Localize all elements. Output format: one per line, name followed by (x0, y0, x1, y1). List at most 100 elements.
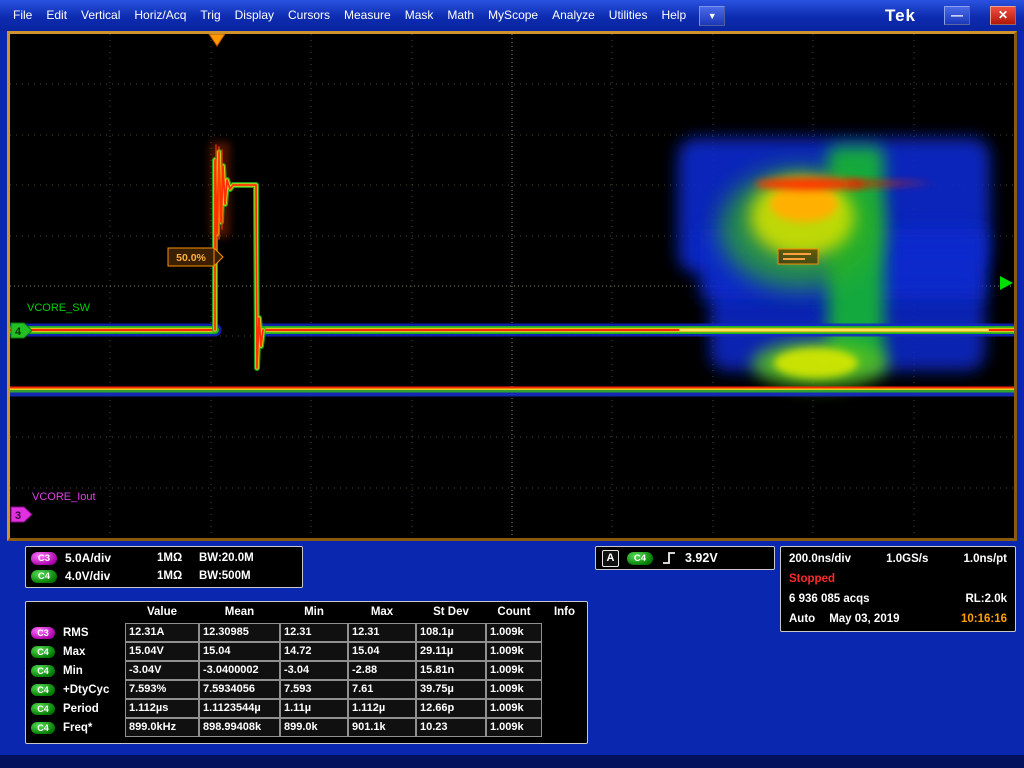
oscilloscope-screen: File Edit Vertical Horiz/Acq Trig Display Curs… (0, 0, 1024, 768)
tek-logo: Tek (884, 5, 916, 25)
measurement-name: Freq* (63, 721, 93, 734)
menu-item-cursors[interactable]: Cursors (281, 0, 337, 31)
measurement-label: C3 RMS (26, 623, 125, 642)
menu-item-display[interactable]: Display (228, 0, 281, 31)
measurement-cell: -3.0400002 (199, 661, 280, 680)
trigger-level-arrow[interactable] (1000, 276, 1013, 290)
channel-badge: C4 (31, 683, 55, 696)
ch3-trace (10, 386, 1014, 397)
measurement-cell: 39.75µ (416, 680, 486, 699)
channel-coupling: 1MΩ (157, 552, 183, 564)
menu-item-trig[interactable]: Trig (193, 0, 227, 31)
column-header: Count (497, 606, 531, 618)
time-text: 10:16:16 (960, 613, 1007, 625)
channel-bandwidth: BW:500M (199, 570, 251, 582)
measurement-cell: 901.1k (348, 718, 416, 737)
column-header: Max (370, 606, 394, 618)
measurement-cell: 29.11µ (416, 642, 486, 661)
menu-item-mask[interactable]: Mask (398, 0, 441, 31)
ch4-waveform-label: VCORE_SW (27, 302, 91, 314)
measurement-name: Min (63, 664, 83, 677)
measurement-cell: 1.11µ (280, 699, 348, 718)
measurement-cell: 1.009k (486, 699, 542, 718)
measurement-cell: 899.0kHz (125, 718, 199, 737)
measurement-label: C4 +DtyCyc (26, 680, 125, 699)
measurement-label: C4 Period (26, 699, 125, 718)
menu-dropdown-button[interactable]: ▼ (699, 5, 726, 26)
measurement-cell: 108.1µ (416, 623, 486, 642)
measurement-cell (542, 642, 587, 661)
horizontal-readout[interactable]: 200.0ns/div 1.0GS/s 1.0ns/pt Stopped 6 9… (780, 546, 1016, 632)
menu-item-math[interactable]: Math (440, 0, 481, 31)
close-icon: ✕ (997, 8, 1009, 22)
measurement-label: C4 Freq* (26, 718, 125, 737)
channel-badge[interactable]: C4 (31, 569, 57, 583)
measurement-name: RMS (63, 626, 89, 639)
channel-badge[interactable]: C3 (31, 551, 57, 565)
menu-bar: File Edit Vertical Horiz/Acq Trig Display Curs… (0, 0, 1024, 31)
measurement-cell: 15.04 (348, 642, 416, 661)
waveform-display[interactable]: 50.0% 4 3 VCORE_SW VCORE_Iout (7, 31, 1017, 541)
acq-count: 6 936 085 acqs (789, 593, 870, 605)
ch3-waveform-label: VCORE_Iout (32, 491, 96, 503)
close-button[interactable]: ✕ (990, 6, 1016, 25)
measurement-table: Value Mean Min Max St Dev Count Info C3 RMS 12.31… (25, 601, 588, 744)
ch3-position-marker[interactable]: 3 (10, 506, 33, 523)
trigger-level-value: 3.92V (685, 551, 718, 565)
measurement-cell: 1.009k (486, 718, 542, 737)
menu-item-measure[interactable]: Measure (337, 0, 398, 31)
measurement-name: Max (63, 645, 86, 658)
menu-item-edit[interactable]: Edit (39, 0, 74, 31)
column-header: Min (304, 606, 324, 618)
date-text: May 03, 2019 (829, 613, 900, 625)
column-header: Value (146, 606, 178, 618)
channel-badge: C4 (31, 721, 55, 734)
menu-item-myscope[interactable]: MyScope (481, 0, 545, 31)
measurement-cell (542, 718, 587, 737)
channel-scale: 5.0A/div (65, 551, 112, 565)
menu-item-horiz-acq[interactable]: Horiz/Acq (127, 0, 193, 31)
measurement-name: +DtyCyc (63, 683, 110, 696)
measurement-cell: 1.1123544µ (199, 699, 280, 718)
measurement-name: Period (63, 702, 99, 715)
measurement-cell: 899.0k (280, 718, 348, 737)
waveform-svg: 50.0% 4 3 VCORE_SW VCORE_Iout (10, 34, 1014, 538)
channel-badge: C4 (31, 664, 55, 677)
acq-count-line: 6 936 085 acqs RL:2.0k (781, 589, 1015, 609)
channel-coupling: 1MΩ (157, 570, 183, 582)
table-corner (26, 602, 125, 623)
vertical-readouts[interactable]: C3 5.0A/div 1MΩ BW:20.0M C4 4.0V/div 1MΩ BW:500… (25, 546, 303, 588)
measurement-cell (542, 661, 587, 680)
trigger-source-badge[interactable]: C4 (627, 551, 653, 565)
trigger-mode: Auto (789, 613, 816, 625)
trigger-readout[interactable]: A C4 3.92V (595, 546, 775, 570)
rising-edge-icon (663, 552, 675, 564)
bottom-strip (0, 755, 1024, 768)
sample-resolution: 1.0ns/pt (963, 553, 1007, 565)
menu-item-analyze[interactable]: Analyze (545, 0, 602, 31)
chevron-down-icon: ▼ (707, 10, 717, 21)
measurement-cell (542, 699, 587, 718)
menu-item-help[interactable]: Help (654, 0, 693, 31)
channel-readout-c3[interactable]: C3 5.0A/div 1MΩ BW:20.0M (26, 549, 302, 567)
minimize-button[interactable]: — (944, 6, 970, 25)
measurement-cell: 12.31 (348, 623, 416, 642)
menu-item-file[interactable]: File (6, 0, 39, 31)
measurement-cell: 898.99408k (199, 718, 280, 737)
sample-rate: 1.0GS/s (886, 553, 929, 565)
menu-item-vertical[interactable]: Vertical (74, 0, 127, 31)
persistence-heatmap (678, 138, 990, 388)
measurement-cell: 1.009k (486, 661, 542, 680)
datetime-line: Auto May 03, 2019 10:16:16 (781, 609, 1015, 629)
channel-readout-c4[interactable]: C4 4.0V/div 1MΩ BW:500M (26, 567, 302, 585)
measurement-cell: 7.61 (348, 680, 416, 699)
channel-badge: C3 (31, 626, 55, 639)
measurement-cell: 7.593 (280, 680, 348, 699)
measurement-cell: 1.112µ (348, 699, 416, 718)
measurement-cell: 1.112µs (125, 699, 199, 718)
measurement-cell: 15.81n (416, 661, 486, 680)
menu-item-utilities[interactable]: Utilities (602, 0, 655, 31)
ch3-marker-number: 3 (15, 510, 21, 522)
channel-bandwidth: BW:20.0M (199, 552, 254, 564)
trigger-level-tag: 50.0% (167, 246, 224, 268)
